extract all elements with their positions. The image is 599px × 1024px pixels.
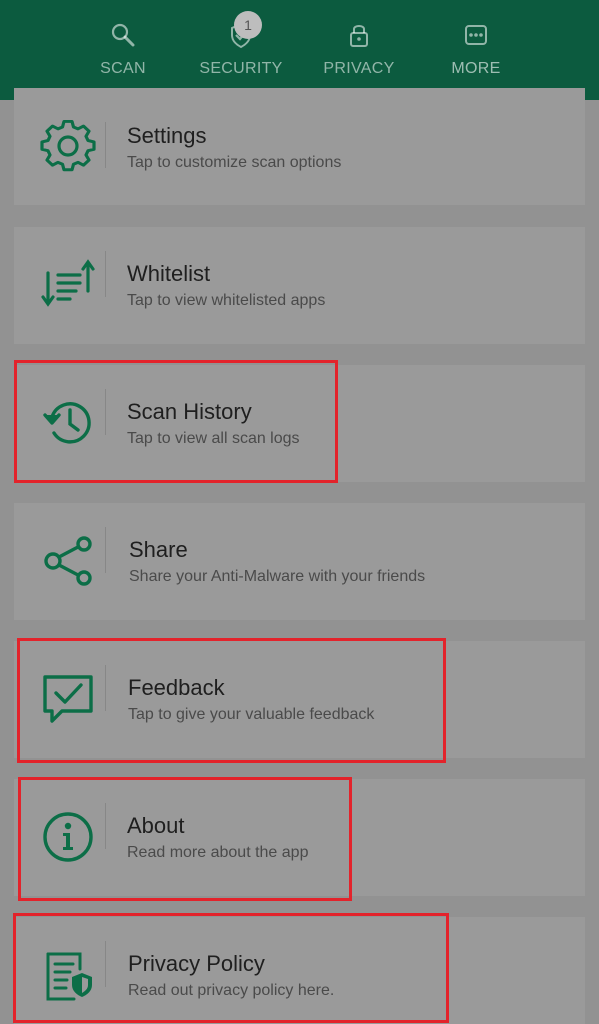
notification-badge: 1 bbox=[234, 11, 262, 39]
item-subtitle: Share your Anti-Malware with your friend… bbox=[129, 568, 426, 585]
tab-privacy[interactable]: PRIVACY bbox=[300, 0, 418, 100]
menu-item-scan-history[interactable]: Scan History Tap to view all scan logs bbox=[14, 365, 585, 482]
item-subtitle: Tap to give your valuable feedback bbox=[128, 706, 375, 723]
menu-item-feedback[interactable]: Feedback Tap to give your valuable feedb… bbox=[14, 641, 585, 758]
item-title: Scan History bbox=[127, 399, 252, 424]
history-icon bbox=[40, 395, 96, 451]
menu-item-settings[interactable]: Settings Tap to customize scan options bbox=[14, 88, 585, 205]
sort-list-icon bbox=[40, 257, 96, 313]
item-title: Whitelist bbox=[127, 261, 211, 286]
info-icon bbox=[40, 809, 96, 865]
top-tab-bar: SCAN SECURITY 1 PRIVACY MORE bbox=[0, 0, 599, 100]
item-subtitle: Tap to view whitelisted apps bbox=[127, 292, 326, 309]
item-subtitle: Tap to customize scan options bbox=[127, 154, 342, 171]
menu-item-whitelist[interactable]: Whitelist Tap to view whitelisted apps bbox=[14, 227, 585, 344]
item-title: Feedback bbox=[128, 675, 225, 700]
item-title: Share bbox=[129, 537, 188, 562]
menu-item-privacy-policy[interactable]: Privacy Policy Read out privacy policy h… bbox=[14, 917, 585, 1024]
share-icon bbox=[40, 533, 96, 589]
divider bbox=[105, 941, 106, 987]
item-subtitle: Read more about the app bbox=[127, 844, 309, 861]
tab-label: MORE bbox=[451, 60, 501, 77]
divider bbox=[105, 251, 106, 297]
item-subtitle: Read out privacy policy here. bbox=[128, 982, 335, 999]
lock-icon bbox=[344, 20, 374, 50]
item-title: Privacy Policy bbox=[128, 951, 265, 976]
feedback-icon bbox=[40, 671, 96, 727]
item-title: About bbox=[127, 813, 185, 838]
more-dots-icon bbox=[461, 20, 491, 50]
tab-label: SECURITY bbox=[199, 60, 283, 77]
tab-label: PRIVACY bbox=[323, 60, 395, 77]
tab-label: SCAN bbox=[100, 60, 146, 77]
tab-more[interactable]: MORE bbox=[417, 0, 535, 100]
divider bbox=[105, 389, 106, 435]
gear-icon bbox=[40, 118, 96, 174]
policy-document-icon bbox=[40, 949, 96, 1005]
item-title: Settings bbox=[127, 123, 207, 148]
divider bbox=[105, 527, 106, 573]
tab-scan[interactable]: SCAN bbox=[64, 0, 182, 100]
divider bbox=[105, 803, 106, 849]
divider bbox=[105, 122, 106, 168]
menu-item-about[interactable]: About Read more about the app bbox=[14, 779, 585, 896]
search-icon bbox=[108, 20, 138, 50]
item-subtitle: Tap to view all scan logs bbox=[127, 430, 300, 447]
menu-item-share[interactable]: Share Share your Anti-Malware with your … bbox=[14, 503, 585, 620]
divider bbox=[105, 665, 106, 711]
